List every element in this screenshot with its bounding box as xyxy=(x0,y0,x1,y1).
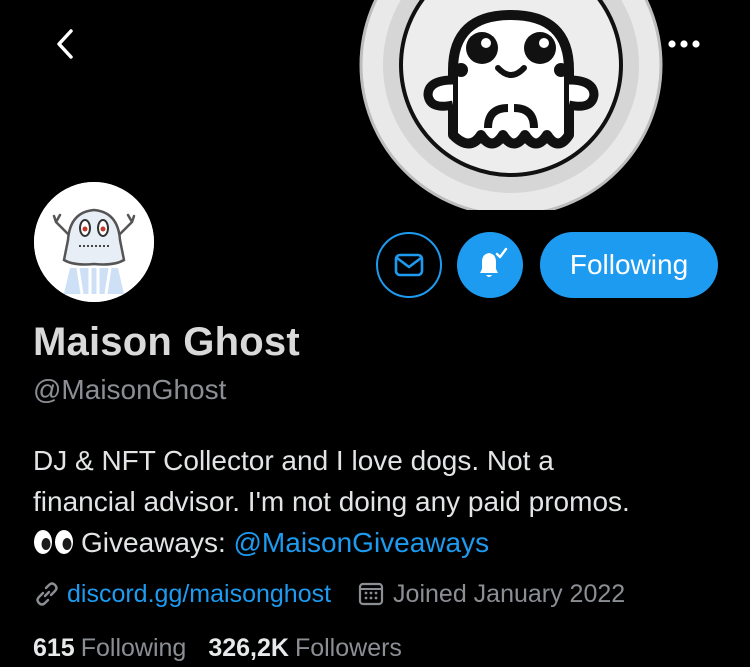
bell-check-icon xyxy=(480,247,508,277)
notifications-button[interactable] xyxy=(457,232,523,298)
followers-label: Followers xyxy=(294,634,402,662)
bio-line-2: financial advisor. I'm not doing any pai… xyxy=(33,486,630,517)
bio-line-3: Giveaways: @MaisonGiveaways xyxy=(33,522,723,563)
following-count-link[interactable]: 615 Following xyxy=(33,634,186,663)
bio-line-1: DJ & NFT Collector and I love dogs. Not … xyxy=(33,445,554,476)
following-button-label: Following xyxy=(569,249,689,280)
more-options-button[interactable] xyxy=(656,22,712,66)
message-button[interactable] xyxy=(376,232,442,298)
website-link[interactable]: discord.gg/maisonghost xyxy=(33,580,331,609)
envelope-icon xyxy=(394,253,424,277)
header-banner[interactable] xyxy=(0,0,750,210)
banner-ghost-logo xyxy=(359,0,663,210)
follow-stats: 615 Following 326,2K Followers xyxy=(33,634,424,663)
ellipsis-icon xyxy=(668,40,700,48)
avatar[interactable] xyxy=(30,178,158,306)
avatar-ghost-image xyxy=(34,182,154,302)
back-button[interactable] xyxy=(44,22,88,66)
profile-meta: discord.gg/maisonghost Joined January 20… xyxy=(33,576,625,612)
following-count: 615 xyxy=(33,634,75,662)
joined-date: Joined January 2022 xyxy=(357,580,625,609)
user-handle: @MaisonGhost xyxy=(33,374,227,405)
followers-count-link[interactable]: 326,2K Followers xyxy=(208,634,402,663)
bio: DJ & NFT Collector and I love dogs. Not … xyxy=(33,440,723,563)
followers-count: 326,2K xyxy=(208,634,289,662)
chevron-left-icon xyxy=(57,29,73,59)
profile-screen: Following Maison Ghost @MaisonGhost DJ &… xyxy=(0,0,750,667)
giveaways-mention-link[interactable]: @MaisonGiveaways xyxy=(234,527,490,558)
link-icon xyxy=(36,582,58,606)
joined-date-text: Joined January 2022 xyxy=(393,579,626,608)
bio-giveaways-text: Giveaways: xyxy=(81,527,234,558)
website-link-text: discord.gg/maisonghost xyxy=(67,579,332,608)
display-name: Maison Ghost xyxy=(33,320,300,364)
following-label: Following xyxy=(80,634,187,662)
calendar-icon xyxy=(358,582,384,606)
following-button[interactable]: Following xyxy=(540,232,718,298)
eyes-emoji-icon xyxy=(34,530,73,554)
